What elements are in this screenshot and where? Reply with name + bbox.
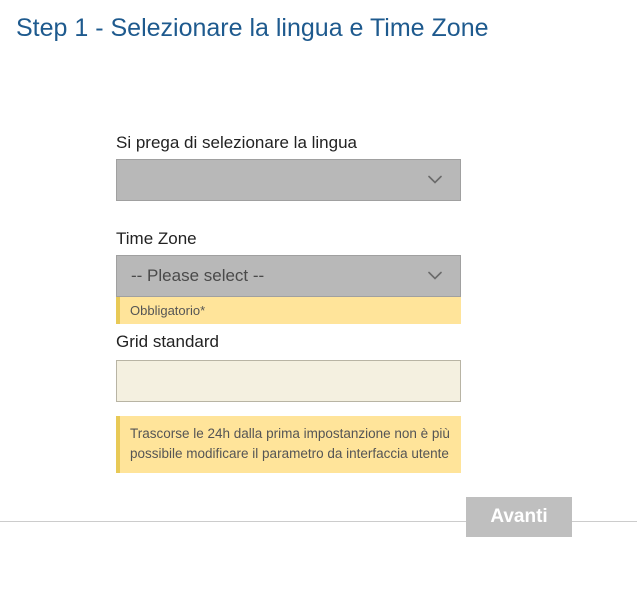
timezone-required-note: Obbligatorio*: [116, 297, 461, 324]
timezone-value: -- Please select --: [131, 266, 264, 286]
timezone-select[interactable]: -- Please select --: [116, 255, 461, 297]
setup-form: Si prega di selezionare la lingua Time Z…: [16, 133, 621, 473]
language-label: Si prega di selezionare la lingua: [116, 133, 556, 153]
grid-standard-input[interactable]: [116, 360, 461, 402]
next-button[interactable]: Avanti: [466, 497, 572, 537]
timezone-label: Time Zone: [116, 229, 556, 249]
page-title: Step 1 - Selezionare la lingua e Time Zo…: [16, 14, 621, 43]
grid-label: Grid standard: [116, 332, 556, 352]
chevron-down-icon: [428, 176, 442, 185]
chevron-down-icon: [428, 272, 442, 281]
language-select[interactable]: [116, 159, 461, 201]
grid-info-note: Trascorse le 24h dalla prima impostanzio…: [116, 416, 461, 473]
